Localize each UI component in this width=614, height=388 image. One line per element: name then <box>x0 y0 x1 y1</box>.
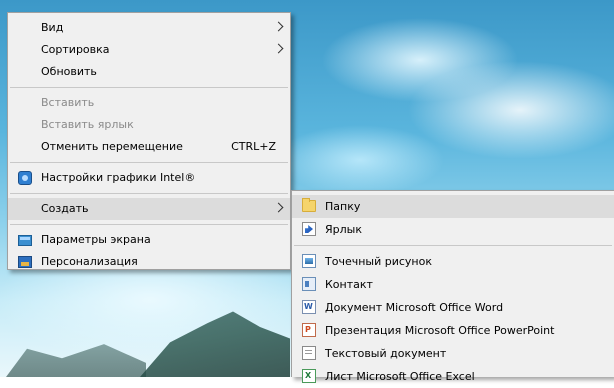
menu-separator <box>10 162 288 163</box>
word-document-icon <box>302 300 316 314</box>
menu-item-label: Документ Microsoft Office Word <box>325 301 504 314</box>
menu-item-label: Ярлык <box>325 223 362 236</box>
menu-item-label: Отменить перемещение <box>41 140 183 153</box>
submenu-item-bitmap[interactable]: Точечный рисунок <box>292 250 614 273</box>
excel-icon <box>302 369 316 383</box>
menu-separator <box>10 224 288 225</box>
shortcut-icon <box>302 222 316 236</box>
menu-item-label: Персонализация <box>41 255 138 268</box>
create-submenu: Папку Ярлык Точечный рисунок Контакт Док… <box>291 190 614 383</box>
menu-item-intel-graphics[interactable]: Настройки графики Intel® <box>8 167 290 189</box>
wallpaper-mountain <box>140 311 290 377</box>
menu-item-label: Сортировка <box>41 43 110 56</box>
menu-item-display-settings[interactable]: Параметры экрана <box>8 229 290 251</box>
menu-item-label: Создать <box>41 202 89 215</box>
menu-item-label: Текстовый документ <box>325 347 447 360</box>
submenu-item-text-document[interactable]: Текстовый документ <box>292 342 614 365</box>
menu-item-refresh[interactable]: Обновить <box>8 61 290 83</box>
submenu-item-powerpoint[interactable]: Презентация Microsoft Office PowerPoint <box>292 319 614 342</box>
menu-item-label: Презентация Microsoft Office PowerPoint <box>325 324 555 337</box>
submenu-item-shortcut[interactable]: Ярлык <box>292 218 614 241</box>
chevron-right-icon <box>273 202 284 213</box>
desktop-context-menu: Вид Сортировка Обновить Вставить Вставит… <box>7 12 291 270</box>
menu-item-create[interactable]: Создать <box>8 198 290 220</box>
powerpoint-icon <box>302 323 316 337</box>
text-document-icon <box>302 346 316 360</box>
menu-item-paste: Вставить <box>8 92 290 114</box>
menu-item-label: Обновить <box>41 65 97 78</box>
intel-graphics-icon <box>18 171 32 185</box>
menu-item-label: Вставить ярлык <box>41 118 134 131</box>
display-settings-icon <box>18 235 32 246</box>
menu-item-label: Точечный рисунок <box>325 255 432 268</box>
folder-icon <box>302 198 316 212</box>
personalization-icon <box>18 256 32 268</box>
menu-item-view[interactable]: Вид <box>8 17 290 39</box>
submenu-item-folder[interactable]: Папку <box>292 195 614 218</box>
submenu-item-word-document[interactable]: Документ Microsoft Office Word <box>292 296 614 319</box>
menu-item-label: Параметры экрана <box>41 233 151 246</box>
submenu-item-contact[interactable]: Контакт <box>292 273 614 296</box>
menu-separator <box>10 87 288 88</box>
menu-separator <box>10 193 288 194</box>
menu-item-sort[interactable]: Сортировка <box>8 39 290 61</box>
menu-item-label: Контакт <box>325 278 373 291</box>
menu-separator <box>294 245 612 246</box>
menu-item-personalization[interactable]: Персонализация <box>8 251 290 273</box>
menu-item-undo-move[interactable]: Отменить перемещение CTRL+Z <box>8 136 290 158</box>
wallpaper-hill <box>6 344 146 377</box>
contact-icon <box>302 277 316 291</box>
chevron-right-icon <box>273 43 284 54</box>
menu-item-label: Вставить <box>41 96 95 109</box>
bitmap-image-icon <box>302 254 316 268</box>
menu-item-label: Вид <box>41 21 64 34</box>
menu-item-paste-shortcut: Вставить ярлык <box>8 114 290 136</box>
menu-item-label: Папку <box>325 200 361 213</box>
keyboard-shortcut: CTRL+Z <box>231 140 276 153</box>
menu-item-label: Настройки графики Intel® <box>41 171 196 184</box>
chevron-right-icon <box>273 21 284 32</box>
